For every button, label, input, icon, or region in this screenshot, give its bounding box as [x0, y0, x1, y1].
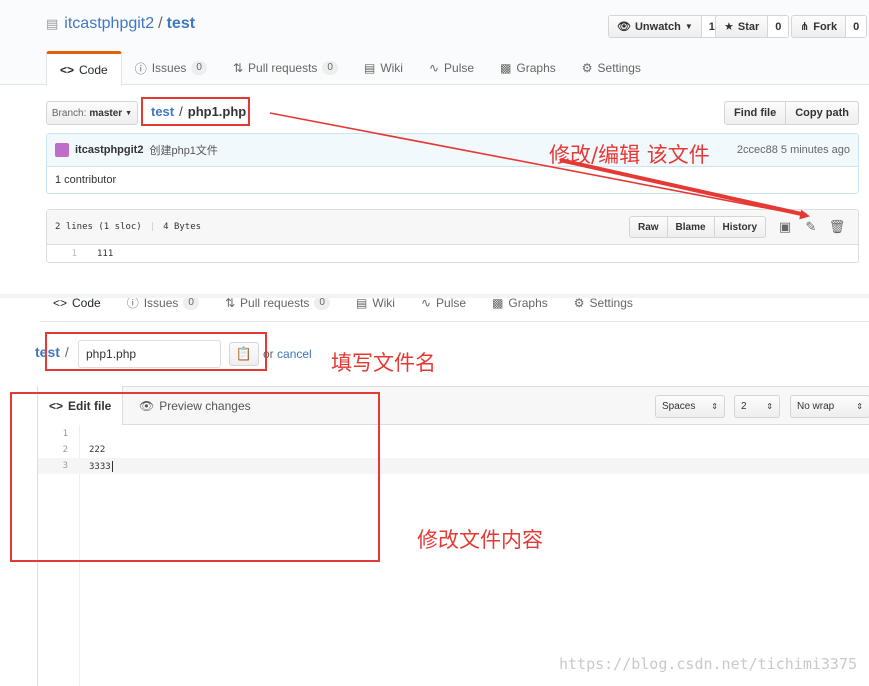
watermark: https://blog.csdn.net/tichimi3375	[558, 655, 857, 673]
annotation-edit-content: 修改文件内容	[417, 528, 543, 552]
annotation-edit-file: 修改/编辑 该文件	[549, 143, 710, 167]
annotation-arrow	[269, 112, 810, 220]
annotation-fill-name: 填写文件名	[331, 351, 436, 375]
